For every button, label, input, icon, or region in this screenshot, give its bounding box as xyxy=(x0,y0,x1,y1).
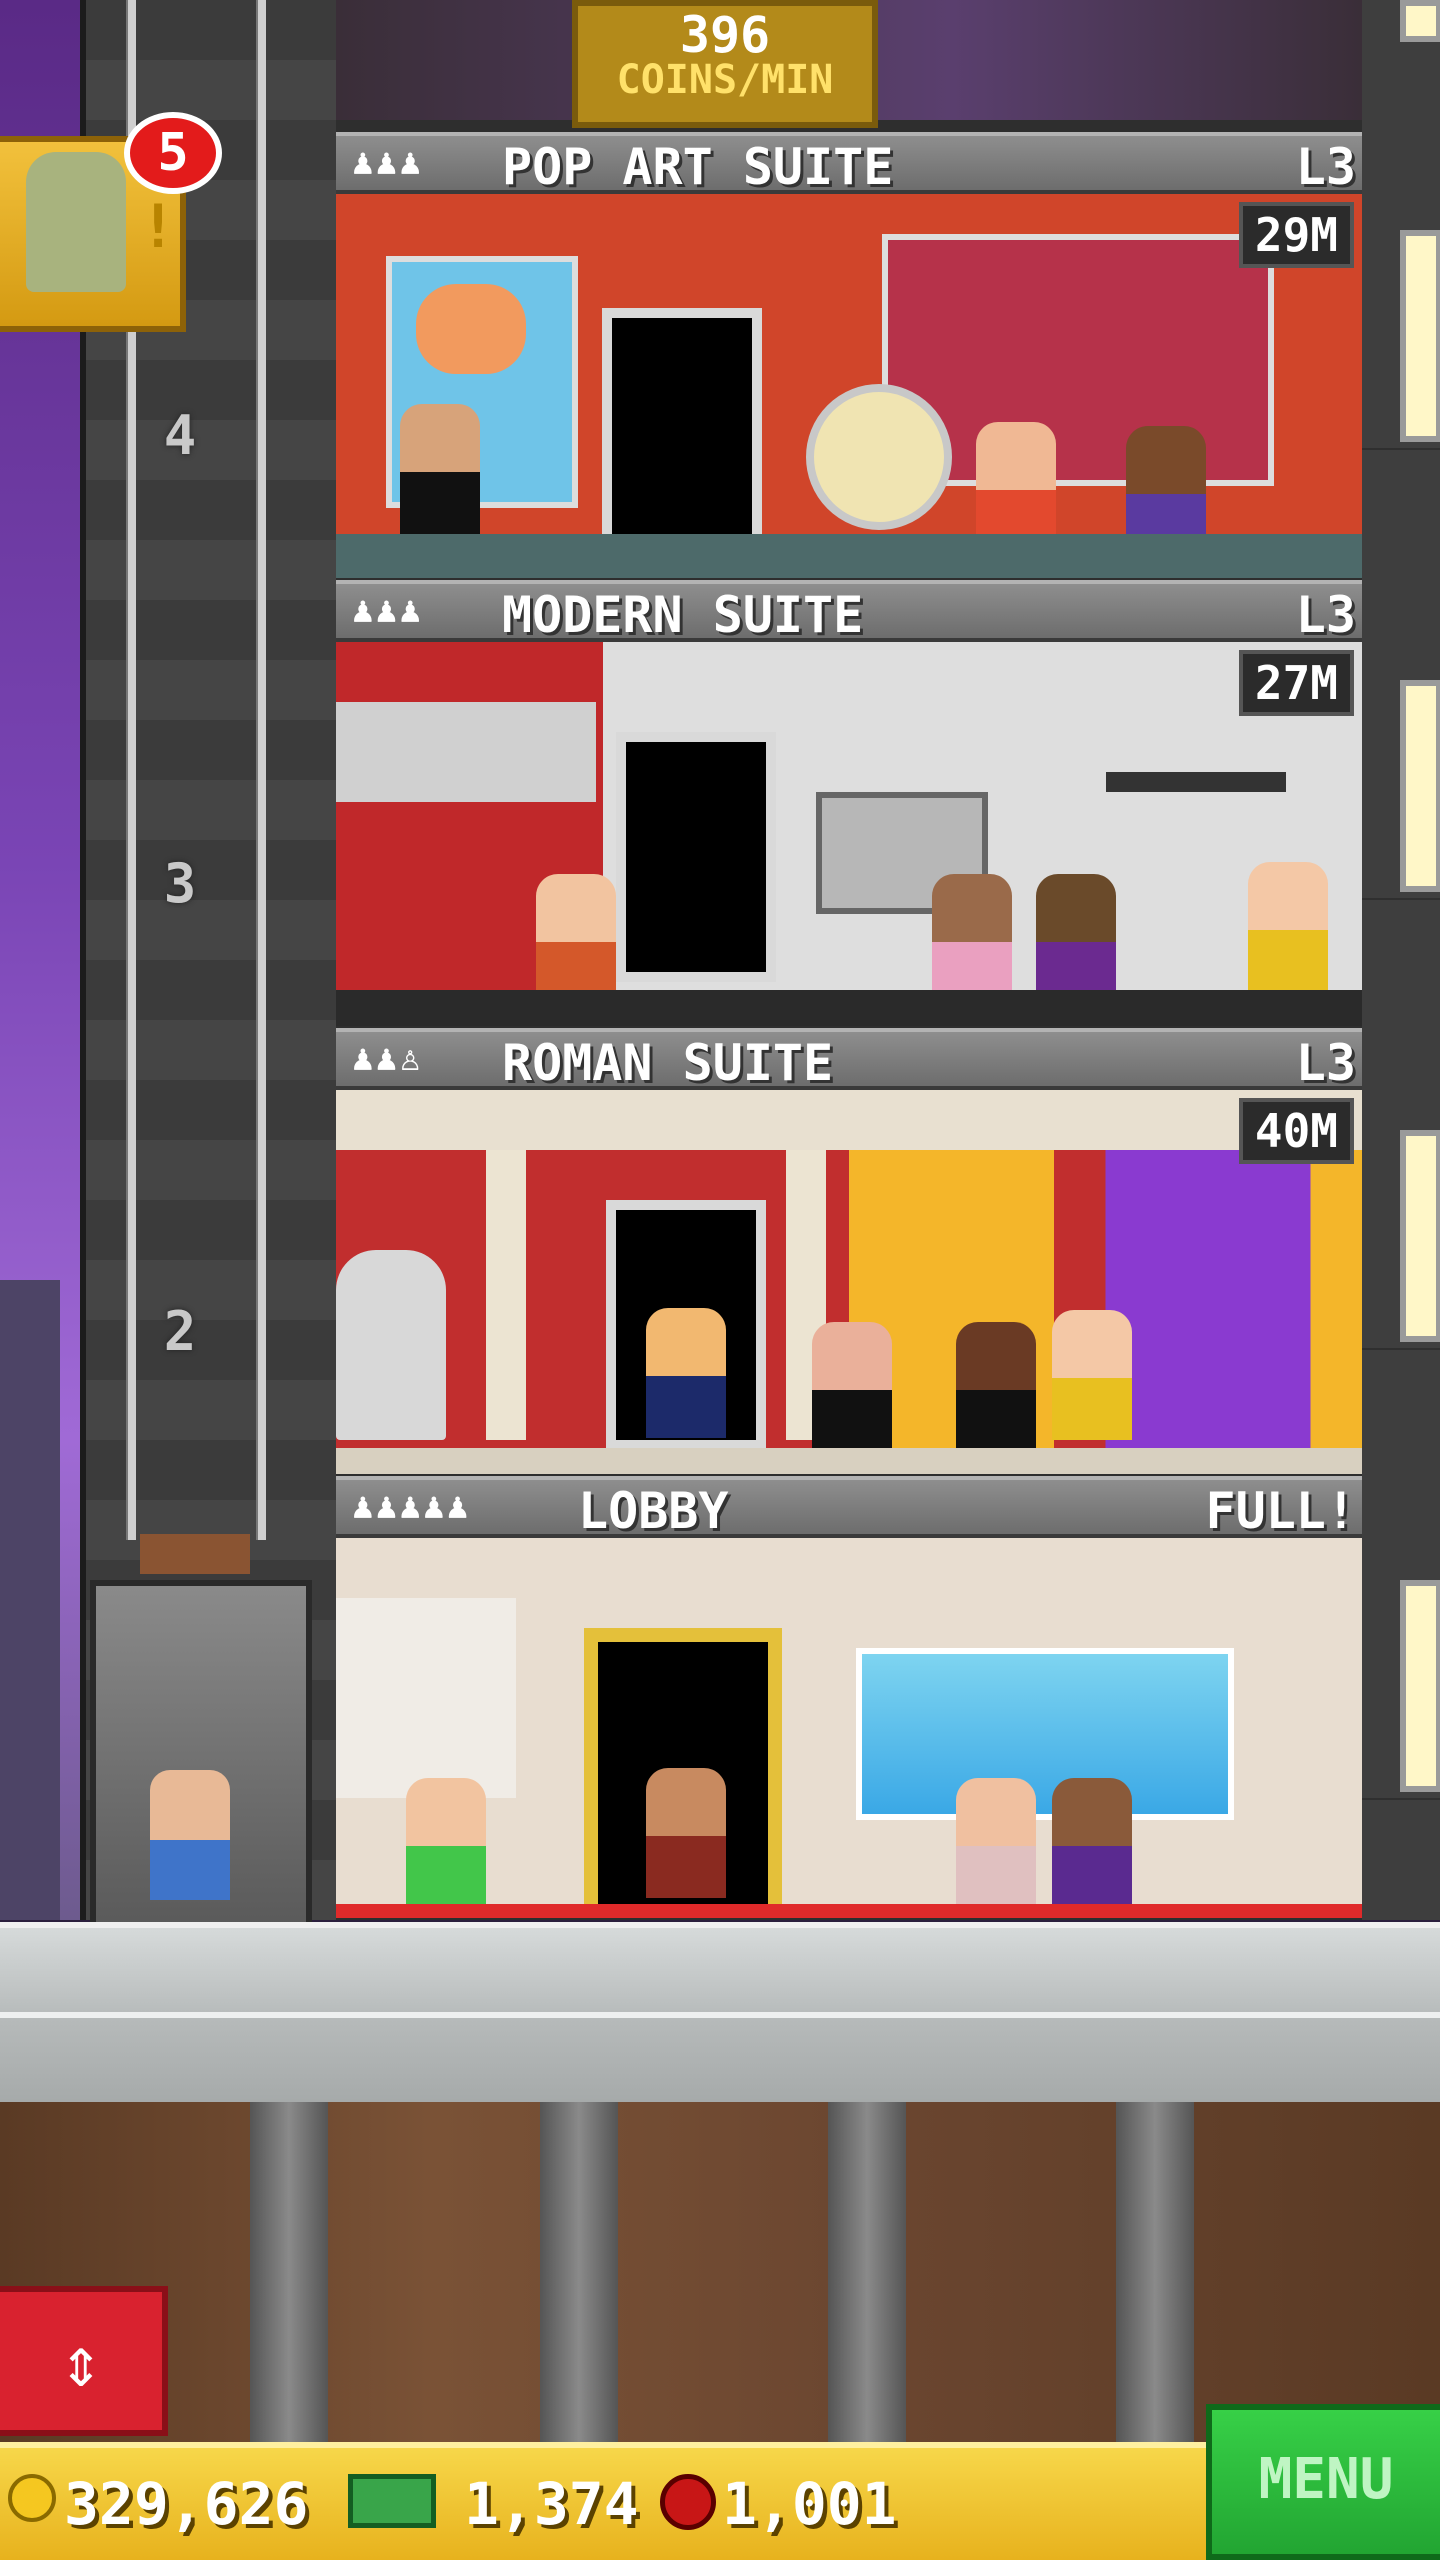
floor-name: MODERN SUITE xyxy=(502,586,864,644)
shelf xyxy=(1106,772,1286,792)
window-light xyxy=(1400,1580,1440,1792)
room-door xyxy=(616,732,776,982)
lobby-carpet xyxy=(336,1904,1362,1918)
room-floor xyxy=(336,534,1362,578)
cash-icon[interactable] xyxy=(348,2474,436,2528)
roman-column xyxy=(486,1150,526,1440)
occupant[interactable] xyxy=(400,404,480,534)
menu-button[interactable]: MENU xyxy=(1206,2404,1440,2560)
occupant-icons: ♟♟♟♟♟ xyxy=(352,1486,471,1527)
bux-icon[interactable] xyxy=(660,2474,716,2530)
window-light xyxy=(1400,230,1440,442)
restock-timer: 29M xyxy=(1238,202,1354,268)
elevator-floor-4-label: 4 xyxy=(163,404,197,467)
lobby-visitor[interactable] xyxy=(956,1778,1036,1908)
customer[interactable] xyxy=(932,874,1012,1004)
coins-per-minute-panel[interactable]: 396 COINS/MIN xyxy=(572,0,878,128)
lobby-visitor[interactable] xyxy=(646,1768,726,1898)
occupant-icons: ♟♟♟ xyxy=(352,590,424,631)
occupant-icons: ♟♟♟ xyxy=(352,142,424,183)
alert-mark: ! xyxy=(140,192,177,262)
support-pillar xyxy=(250,2102,328,2442)
customer[interactable] xyxy=(1036,874,1116,1004)
coins-value: 329,626 xyxy=(64,2470,309,2538)
floor-level: L3 xyxy=(1295,138,1356,196)
elevator-passenger[interactable] xyxy=(150,1770,230,1900)
floor-name: POP ART SUITE xyxy=(502,138,894,196)
elevator-cable-right xyxy=(256,0,266,1540)
lobby-visitor[interactable] xyxy=(406,1778,486,1908)
customer[interactable] xyxy=(976,422,1056,552)
basement[interactable] xyxy=(0,2102,1440,2442)
window-light xyxy=(1400,0,1440,42)
room-modern-suite[interactable]: 27M xyxy=(336,642,1362,1026)
clown-visitor[interactable] xyxy=(1052,1310,1132,1440)
floor-header-modern[interactable]: ♟♟♟ MODERN SUITE L3 xyxy=(336,580,1362,644)
status-bar: 329,626 1,374 1,001 xyxy=(0,2442,1206,2560)
bux-value: 1,001 xyxy=(722,2470,897,2538)
room-floor xyxy=(336,1448,1362,1474)
occupant[interactable] xyxy=(812,1322,892,1452)
elevator-counterweight xyxy=(140,1534,250,1574)
room-lobby[interactable] xyxy=(336,1538,1362,1918)
city-skyline xyxy=(0,1280,60,1920)
window-light xyxy=(1400,680,1440,892)
elevator-toggle-button[interactable]: ⇕ xyxy=(0,2286,168,2436)
elevator-floor-3-label: 3 xyxy=(163,852,197,915)
statue xyxy=(336,1250,446,1440)
egg-chair xyxy=(806,384,952,530)
cash-value: 1,374 xyxy=(464,2470,639,2538)
occupant[interactable] xyxy=(956,1322,1036,1452)
room-door xyxy=(602,308,762,558)
customer[interactable] xyxy=(646,1308,726,1438)
support-pillar xyxy=(540,2102,618,2442)
lobby-status: FULL! xyxy=(1205,1482,1356,1540)
roman-frieze xyxy=(336,1090,1362,1150)
floor-level: L3 xyxy=(1295,1034,1356,1092)
modern-window xyxy=(336,702,596,802)
window-light xyxy=(1400,1130,1440,1342)
elevator-floor-2-label: 2 xyxy=(163,1300,197,1363)
floor-header-pop-art[interactable]: ♟♟♟ POP ART SUITE L3 xyxy=(336,132,1362,196)
aquarium xyxy=(856,1648,1234,1820)
customer[interactable] xyxy=(536,874,616,1004)
ground-line xyxy=(0,2012,1440,2018)
floor-name: LOBBY xyxy=(578,1482,729,1540)
room-pop-art-suite[interactable]: 29M xyxy=(336,194,1362,578)
restock-timer: 40M xyxy=(1238,1098,1354,1164)
coins-rate-unit: COINS/MIN xyxy=(616,57,834,103)
pop-art-face-icon xyxy=(416,284,526,374)
lobby-visitor[interactable] xyxy=(1052,1778,1132,1908)
floor-name: ROMAN SUITE xyxy=(502,1034,834,1092)
restock-timer: 27M xyxy=(1238,650,1354,716)
occupant-icons: ♟♟♙ xyxy=(352,1038,424,1079)
notification-badge: 5 xyxy=(124,112,222,194)
room-floor xyxy=(336,990,1362,1026)
clown-visitor[interactable] xyxy=(1248,862,1328,992)
floor-level: L3 xyxy=(1295,586,1356,644)
zombie-visitor-icon xyxy=(26,152,126,292)
coins-rate-value: 396 xyxy=(679,6,771,64)
coin-icon xyxy=(8,2474,56,2522)
support-pillar xyxy=(828,2102,906,2442)
room-roman-suite[interactable]: 40M xyxy=(336,1090,1362,1474)
floor-header-roman[interactable]: ♟♟♙ ROMAN SUITE L3 xyxy=(336,1028,1362,1092)
lobby-picture xyxy=(336,1598,516,1798)
support-pillar xyxy=(1116,2102,1194,2442)
floor-header-lobby[interactable]: ♟♟♟♟♟ LOBBY FULL! xyxy=(336,1476,1362,1540)
